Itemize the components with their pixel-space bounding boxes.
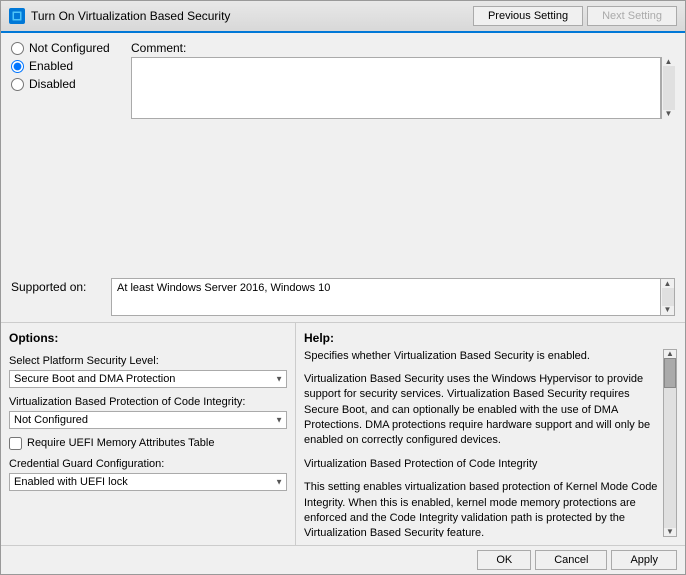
scroll-track <box>663 66 675 110</box>
help-p1: Specifies whether Virtualization Based S… <box>304 349 663 364</box>
radio-enabled[interactable]: Enabled <box>11 59 121 73</box>
credential-guard-select[interactable]: Disabled Enabled with UEFI lock Enabled … <box>9 473 287 491</box>
toolbar-buttons: Previous Setting Next Setting <box>473 6 677 26</box>
platform-security-label: Select Platform Security Level: <box>9 355 287 367</box>
help-scroll-area: Specifies whether Virtualization Based S… <box>304 349 663 538</box>
supported-label: Supported on: <box>11 278 101 294</box>
help-title: Help: <box>304 331 677 345</box>
help-text: Specifies whether Virtualization Based S… <box>304 349 663 538</box>
help-scroll-up[interactable]: ▲ <box>666 350 674 358</box>
uefi-checkbox-text: Require UEFI Memory Attributes Table <box>27 437 214 449</box>
uefi-checkbox[interactable] <box>9 437 22 450</box>
platform-security-section: Select Platform Security Level: Secure B… <box>9 355 287 388</box>
radio-comment-area: Not Configured Enabled Disabled Comment: <box>1 33 685 272</box>
apply-button[interactable]: Apply <box>611 550 677 570</box>
previous-setting-button[interactable]: Previous Setting <box>473 6 583 26</box>
radio-group: Not Configured Enabled Disabled <box>11 41 121 264</box>
next-setting-button[interactable]: Next Setting <box>587 6 677 26</box>
help-scroll-down[interactable]: ▼ <box>666 528 674 536</box>
supported-scrollbar: ▲ ▼ <box>660 279 674 315</box>
supported-box: At least Windows Server 2016, Windows 10… <box>111 278 675 316</box>
radio-not-configured[interactable]: Not Configured <box>11 41 121 55</box>
help-panel: Help: Specifies whether Virtualization B… <box>296 323 685 546</box>
vbs-protection-section: Virtualization Based Protection of Code … <box>9 396 287 429</box>
credential-guard-select-wrapper: Disabled Enabled with UEFI lock Enabled … <box>9 473 287 491</box>
comment-textarea-wrapper: ▲ ▼ <box>131 57 675 264</box>
vbs-protection-select[interactable]: Not Configured Enabled without lock Enab… <box>9 411 287 429</box>
help-p2: Virtualization Based Security uses the W… <box>304 372 663 449</box>
platform-security-select[interactable]: Secure Boot Secure Boot and DMA Protecti… <box>9 370 287 388</box>
comment-section: Comment: ▲ ▼ <box>131 41 675 264</box>
supported-scroll-down[interactable]: ▼ <box>664 306 672 314</box>
scroll-up-arrow[interactable]: ▲ <box>665 58 673 66</box>
supported-scroll-track <box>662 288 674 306</box>
credential-guard-label: Credential Guard Configuration: <box>9 458 287 470</box>
title-bar: Turn On Virtualization Based Security Pr… <box>1 1 685 33</box>
ok-button[interactable]: OK <box>477 550 531 570</box>
help-scroll-track <box>664 358 676 529</box>
window-icon <box>9 8 25 24</box>
help-p3: Virtualization Based Protection of Code … <box>304 457 663 472</box>
supported-value: At least Windows Server 2016, Windows 10 <box>117 282 330 294</box>
supported-scroll-up[interactable]: ▲ <box>664 280 672 288</box>
help-scroll-thumb[interactable] <box>664 358 676 388</box>
title-bar-left: Turn On Virtualization Based Security <box>9 8 230 24</box>
uefi-checkbox-label[interactable]: Require UEFI Memory Attributes Table <box>9 437 287 450</box>
supported-row: Supported on: At least Windows Server 20… <box>1 272 685 323</box>
cancel-button[interactable]: Cancel <box>535 550 607 570</box>
help-content: Specifies whether Virtualization Based S… <box>304 349 677 538</box>
radio-disabled[interactable]: Disabled <box>11 77 121 91</box>
comment-textarea[interactable] <box>131 57 661 119</box>
credential-guard-section: Credential Guard Configuration: Disabled… <box>9 458 287 491</box>
main-content: Not Configured Enabled Disabled Comment: <box>1 33 685 545</box>
platform-security-select-wrapper: Secure Boot Secure Boot and DMA Protecti… <box>9 370 287 388</box>
options-title: Options: <box>9 331 287 345</box>
bottom-bar: OK Cancel Apply <box>1 545 685 574</box>
vbs-protection-select-wrapper: Not Configured Enabled without lock Enab… <box>9 411 287 429</box>
help-scrollbar: ▲ ▼ <box>663 349 677 538</box>
vbs-protection-label: Virtualization Based Protection of Code … <box>9 396 287 408</box>
comment-label: Comment: <box>131 41 675 55</box>
options-help-row: Options: Select Platform Security Level:… <box>1 323 685 546</box>
comment-scrollbar: ▲ ▼ <box>661 57 675 119</box>
window-title: Turn On Virtualization Based Security <box>31 9 230 23</box>
scroll-down-arrow[interactable]: ▼ <box>665 110 673 118</box>
help-p4: This setting enables virtualization base… <box>304 480 663 537</box>
main-window: Turn On Virtualization Based Security Pr… <box>0 0 686 575</box>
options-panel: Options: Select Platform Security Level:… <box>1 323 296 546</box>
